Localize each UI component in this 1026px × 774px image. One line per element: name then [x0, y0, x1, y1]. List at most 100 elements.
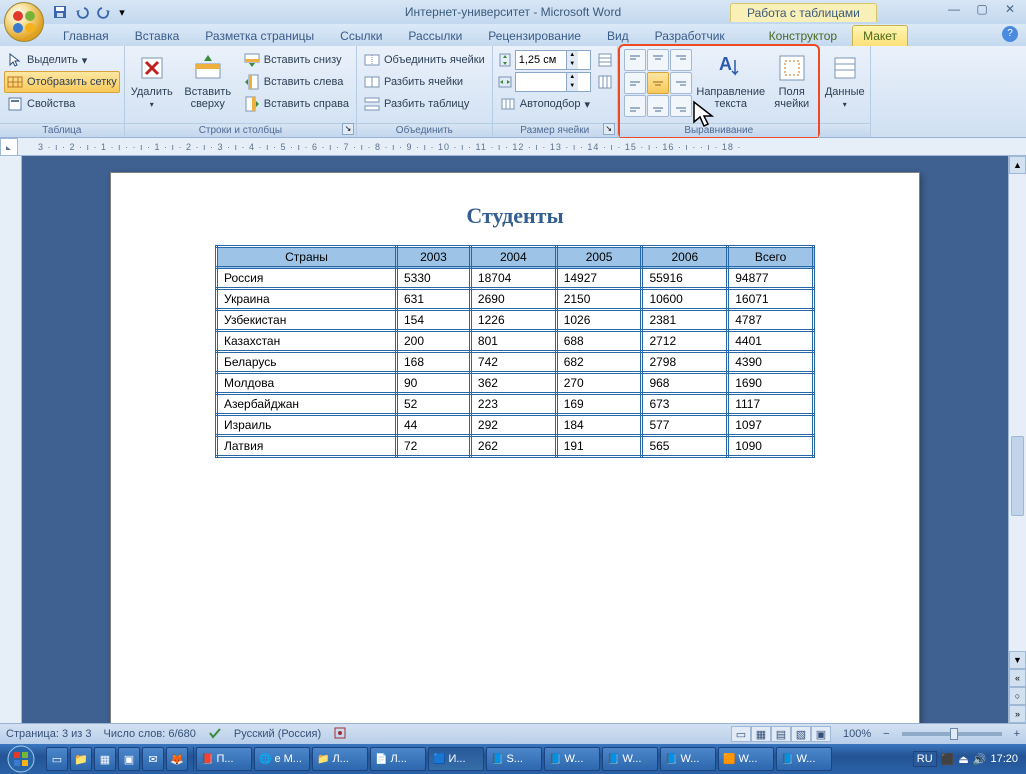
- status-words[interactable]: Число слов: 6/680: [104, 728, 196, 740]
- taskbar-button[interactable]: 📘W...: [776, 747, 832, 771]
- rows-cols-launcher[interactable]: ↘: [342, 123, 354, 135]
- table-cell[interactable]: 1090: [728, 436, 814, 457]
- table-row[interactable]: Казахстан20080168827124401: [217, 331, 814, 352]
- table-cell[interactable]: 184: [556, 415, 642, 436]
- tray-safely-remove-icon[interactable]: ⏏: [958, 753, 968, 766]
- table-row[interactable]: Украина631269021501060016071: [217, 289, 814, 310]
- table-cell[interactable]: Латвия: [217, 436, 397, 457]
- table-cell[interactable]: 10600: [642, 289, 728, 310]
- ql-tc-icon[interactable]: ▣: [118, 747, 140, 771]
- table-cell[interactable]: Молдова: [217, 373, 397, 394]
- tab-mailings[interactable]: Рассылки: [397, 25, 473, 46]
- taskbar-button[interactable]: 📘S...: [486, 747, 542, 771]
- table-cell[interactable]: 154: [397, 310, 471, 331]
- align-top-right[interactable]: [670, 49, 692, 71]
- table-cell[interactable]: 1117: [728, 394, 814, 415]
- split-table-button[interactable]: Разбить таблицу: [361, 93, 488, 115]
- taskbar-button[interactable]: 📄Л...: [370, 747, 426, 771]
- ql-explorer-icon[interactable]: 📁: [70, 747, 92, 771]
- insert-above-button[interactable]: Вставить сверху: [179, 49, 237, 113]
- taskbar-button[interactable]: 📘W...: [544, 747, 600, 771]
- col-width-spinbox[interactable]: ▲▼: [515, 72, 591, 92]
- next-page-icon[interactable]: »: [1009, 705, 1026, 723]
- taskbar-button[interactable]: 🟧W...: [718, 747, 774, 771]
- table-cell[interactable]: 90: [397, 373, 471, 394]
- zoom-level[interactable]: 100%: [843, 728, 871, 740]
- tab-page-layout[interactable]: Разметка страницы: [194, 25, 325, 46]
- table-cell[interactable]: Азербайджан: [217, 394, 397, 415]
- close-button[interactable]: ✕: [998, 0, 1022, 18]
- align-mid-right[interactable]: [670, 72, 692, 94]
- table-cell[interactable]: 1690: [728, 373, 814, 394]
- table-cell[interactable]: 270: [556, 373, 642, 394]
- table-cell[interactable]: 200: [397, 331, 471, 352]
- table-cell[interactable]: 2712: [642, 331, 728, 352]
- align-bot-center[interactable]: [647, 95, 669, 117]
- table-cell[interactable]: 4401: [728, 331, 814, 352]
- select-button[interactable]: Выделить ▾: [4, 49, 120, 71]
- tab-developer[interactable]: Разработчик: [644, 25, 736, 46]
- table-header[interactable]: Всего: [728, 247, 814, 268]
- table-cell[interactable]: 2381: [642, 310, 728, 331]
- properties-button[interactable]: Свойства: [4, 93, 120, 115]
- table-row[interactable]: Россия533018704149275591694877: [217, 268, 814, 289]
- zoom-slider[interactable]: [902, 732, 1002, 736]
- taskbar-button[interactable]: 📘W...: [602, 747, 658, 771]
- taskbar-button[interactable]: 🌐e M...: [254, 747, 310, 771]
- table-cell[interactable]: 262: [470, 436, 556, 457]
- tab-insert[interactable]: Вставка: [124, 25, 191, 46]
- tab-references[interactable]: Ссылки: [329, 25, 393, 46]
- table-header[interactable]: 2004: [470, 247, 556, 268]
- prev-page-icon[interactable]: «: [1009, 669, 1026, 687]
- autofit-button[interactable]: Автоподбор ▾: [497, 93, 613, 115]
- tab-view[interactable]: Вид: [596, 25, 640, 46]
- tray-language[interactable]: RU: [913, 751, 937, 767]
- table-row[interactable]: Молдова903622709681690: [217, 373, 814, 394]
- vertical-ruler[interactable]: [0, 156, 22, 723]
- table-cell[interactable]: 72: [397, 436, 471, 457]
- taskbar-button[interactable]: 🟦И...: [428, 747, 484, 771]
- table-cell[interactable]: 169: [556, 394, 642, 415]
- merge-cells-button[interactable]: Объединить ячейки: [361, 49, 488, 71]
- insert-below-button[interactable]: Вставить снизу: [241, 49, 352, 71]
- restore-button[interactable]: ▢: [970, 0, 994, 18]
- horizontal-ruler[interactable]: 3 · ı · 2 · ı · 1 · ı · · ı · 1 · ı · 2 …: [18, 142, 1026, 152]
- table-row[interactable]: Беларусь16874268227984390: [217, 352, 814, 373]
- table-cell[interactable]: Украина: [217, 289, 397, 310]
- table-header[interactable]: 2003: [397, 247, 471, 268]
- table-cell[interactable]: Узбекистан: [217, 310, 397, 331]
- cell-size-launcher[interactable]: ↘: [603, 123, 615, 135]
- table-cell[interactable]: 191: [556, 436, 642, 457]
- redo-icon[interactable]: [94, 2, 114, 22]
- ql-outlook-icon[interactable]: ✉: [142, 747, 164, 771]
- table-cell[interactable]: 52: [397, 394, 471, 415]
- table-cell[interactable]: 292: [470, 415, 556, 436]
- office-button[interactable]: [4, 2, 44, 42]
- delete-button[interactable]: Удалить▾: [129, 49, 175, 112]
- undo-icon[interactable]: [72, 2, 92, 22]
- students-table[interactable]: Страны2003200420052006Всего Россия533018…: [215, 245, 815, 458]
- tab-selector[interactable]: [0, 138, 18, 156]
- align-top-center[interactable]: [647, 49, 669, 71]
- tray-volume-icon[interactable]: 🔊: [973, 753, 987, 766]
- vertical-scrollbar[interactable]: ▲ ▼ « ○ »: [1008, 156, 1026, 723]
- table-cell[interactable]: 44: [397, 415, 471, 436]
- qat-customize[interactable]: ▾: [116, 2, 128, 22]
- taskbar-button[interactable]: 📁Л...: [312, 747, 368, 771]
- table-cell[interactable]: 1226: [470, 310, 556, 331]
- table-row[interactable]: Израиль442921845771097: [217, 415, 814, 436]
- table-row[interactable]: Латвия722621915651090: [217, 436, 814, 457]
- table-cell[interactable]: 631: [397, 289, 471, 310]
- status-page[interactable]: Страница: 3 из 3: [6, 728, 92, 740]
- align-bot-left[interactable]: [624, 95, 646, 117]
- table-cell[interactable]: 14927: [556, 268, 642, 289]
- table-cell[interactable]: 682: [556, 352, 642, 373]
- table-cell[interactable]: Беларусь: [217, 352, 397, 373]
- table-cell[interactable]: 94877: [728, 268, 814, 289]
- row-height-spinbox[interactable]: ▲▼: [515, 50, 591, 70]
- distribute-cols-icon[interactable]: [597, 74, 613, 90]
- insert-left-button[interactable]: Вставить слева: [241, 71, 352, 93]
- insert-right-button[interactable]: Вставить справа: [241, 93, 352, 115]
- document-page[interactable]: Студенты Страны2003200420052006Всего Рос…: [110, 172, 920, 723]
- table-cell[interactable]: 577: [642, 415, 728, 436]
